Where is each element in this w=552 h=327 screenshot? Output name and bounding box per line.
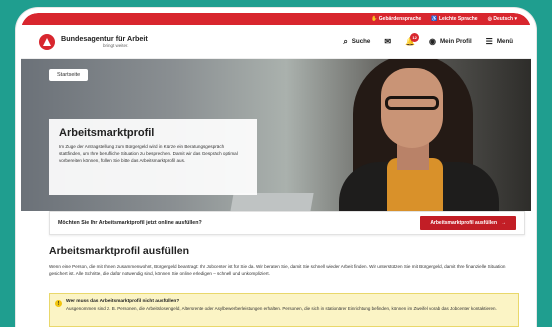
service-bar: ✋ Gebärdensprache ♿ Leichte Sprache ◎ De… <box>21 13 531 25</box>
header-nav: ⌕ Suche ✉ 🔔 12 ◉ Mein Profil ☰ Menü <box>343 32 513 46</box>
sign-language-label: Gebärdensprache <box>378 16 422 22</box>
ba-logo-icon <box>39 33 55 50</box>
browser-frame: ✋ Gebärdensprache ♿ Leichte Sprache ◎ De… <box>16 8 536 327</box>
arrow-right-icon: → <box>501 220 506 226</box>
mail-button[interactable]: ✉ <box>384 36 392 46</box>
cta-bar: Möchten Sie Ihr Arbeitsmarktprofil jetzt… <box>49 211 525 235</box>
hero-photo-woman <box>321 59 511 211</box>
language-label: Deutsch <box>493 16 514 22</box>
hero-text: Im Zuge der Antragstellung zum Bürgergel… <box>59 144 238 163</box>
breadcrumb-home[interactable]: Startseite <box>49 69 89 81</box>
notification-badge: 12 <box>410 32 420 42</box>
brand-title: Bundesagentur für Arbeit <box>61 33 148 43</box>
user-icon: ◉ <box>429 36 437 46</box>
section-title: Arbeitsmarktprofil ausfüllen <box>49 245 190 257</box>
profile-label: Mein Profil <box>440 38 472 45</box>
search-icon: ⌕ <box>343 36 348 46</box>
easy-language-label: Leichte Sprache <box>438 16 478 22</box>
notice-box: ! Wer muss das Arbeitsmarktprofil nicht … <box>49 293 519 327</box>
logo[interactable]: Bundesagentur für Arbeit bringt weiter. <box>39 33 148 50</box>
warning-icon: ! <box>55 300 62 307</box>
section-text: Wenn eine Person, die mit Ihnen zusammen… <box>49 264 506 277</box>
cta-question: Möchten Sie Ihr Arbeitsmarktprofil jetzt… <box>58 220 202 226</box>
menu-label: Menü <box>496 38 513 45</box>
search-button[interactable]: ⌕ Suche <box>343 36 371 46</box>
menu-button[interactable]: ☰ Menü <box>485 36 513 46</box>
search-label: Suche <box>351 38 371 45</box>
language-select[interactable]: ◎ Deutsch ▾ <box>488 16 517 22</box>
easy-language-link[interactable]: ♿ Leichte Sprache <box>431 16 477 22</box>
page-title: Arbeitsmarktprofil <box>59 127 155 139</box>
notifications-button[interactable]: 🔔 12 <box>405 32 420 46</box>
fill-profile-label: Arbeitsmarktprofil ausfüllen <box>430 220 497 226</box>
info-section: Arbeitsmarktprofil ausfüllen Wenn eine P… <box>49 245 519 277</box>
hero-card: Arbeitsmarktprofil Im Zuge der Antragste… <box>49 119 257 195</box>
notice-heading: Wer muss das Arbeitsmarktprofil nicht au… <box>66 299 180 304</box>
hamburger-icon: ☰ <box>485 36 493 46</box>
mail-icon: ✉ <box>384 36 392 46</box>
site-header: Bundesagentur für Arbeit bringt weiter. … <box>21 25 531 59</box>
fill-profile-button[interactable]: Arbeitsmarktprofil ausfüllen → <box>420 216 516 230</box>
brand-slogan: bringt weiter. <box>103 42 129 48</box>
laptop-image <box>228 193 314 211</box>
profile-button[interactable]: ◉ Mein Profil <box>429 36 472 46</box>
page-viewport: ✋ Gebärdensprache ♿ Leichte Sprache ◎ De… <box>21 13 531 327</box>
sign-language-link[interactable]: ✋ Gebärdensprache <box>371 16 421 22</box>
notice-text: Ausgenommen sind z. B. Personen, die Arb… <box>66 306 497 311</box>
